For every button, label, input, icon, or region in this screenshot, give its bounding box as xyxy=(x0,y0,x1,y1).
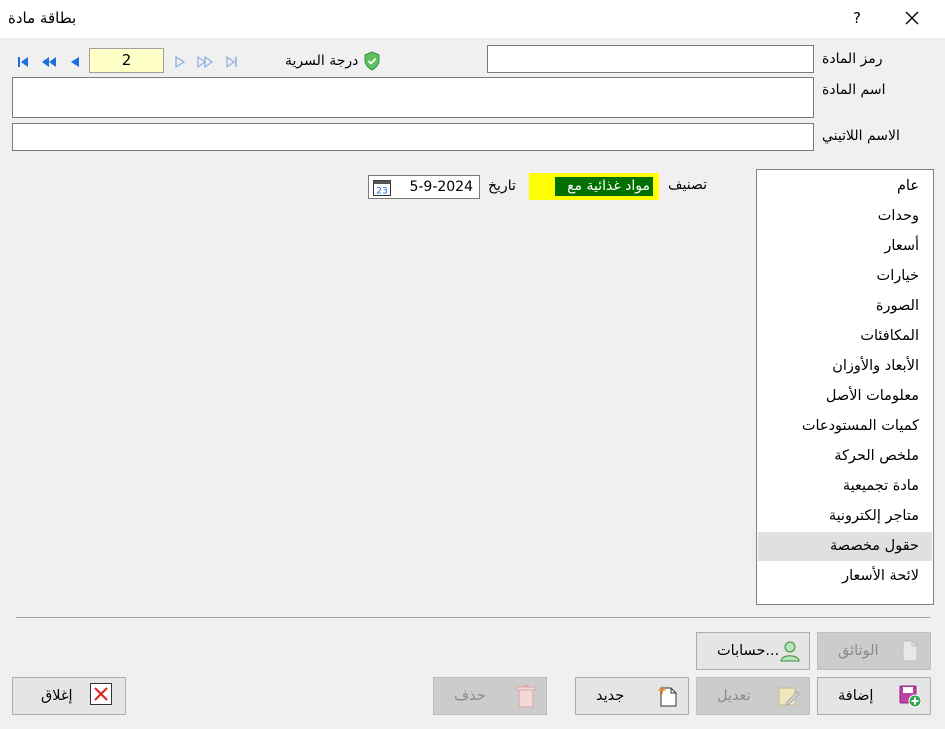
name-label: اسم المادة xyxy=(822,82,886,98)
new-label: جديد xyxy=(596,688,625,704)
new-document-icon xyxy=(656,684,680,708)
previous-record-button[interactable] xyxy=(66,52,84,72)
title-bar: بطاقة مادة ? xyxy=(0,0,945,38)
section-item-units[interactable]: وحدات xyxy=(758,202,932,231)
add-label: إضافة xyxy=(838,688,874,704)
section-item-assembly[interactable]: مادة تجميعية xyxy=(758,472,932,501)
edit-button[interactable]: تعديل xyxy=(696,677,810,715)
double-left-arrow-icon xyxy=(42,57,56,67)
accounts-button[interactable]: حسابات... xyxy=(696,632,810,670)
close-icon xyxy=(905,11,919,25)
date-field[interactable]: 23 5-9-2024 xyxy=(368,175,480,199)
svg-text:23: 23 xyxy=(376,187,387,197)
left-arrow-icon xyxy=(71,57,79,67)
documents-label: الوثائق xyxy=(838,643,879,659)
section-item-movement-summary[interactable]: ملخص الحركة xyxy=(758,442,932,471)
security-label: درجة السرية xyxy=(285,53,359,69)
previous-page-button[interactable] xyxy=(39,52,59,72)
trash-icon xyxy=(514,684,538,708)
edit-icon xyxy=(777,684,801,708)
documents-button[interactable]: الوثائق xyxy=(817,632,931,670)
page-number-field[interactable]: 2 xyxy=(89,48,164,73)
section-item-origin-info[interactable]: معلومات الأصل xyxy=(758,382,932,411)
first-record-icon xyxy=(18,57,28,67)
classification-label: تصنيف xyxy=(668,177,707,193)
section-item-online-stores[interactable]: متاجر إلكترونية xyxy=(758,502,932,531)
close-window-button[interactable] xyxy=(895,4,929,32)
section-item-equivalents[interactable]: المكافئات xyxy=(758,322,932,351)
classification-field[interactable]: مواد غذائية مع xyxy=(529,173,659,200)
code-label: رمز المادة xyxy=(822,51,883,67)
section-item-custom-fields[interactable]: حقول مخصصة xyxy=(758,532,932,561)
sections-list[interactable]: عام وحدات أسعار خيارات الصورة المكافئات … xyxy=(756,169,934,605)
section-item-options[interactable]: خيارات xyxy=(758,262,932,291)
add-button[interactable]: إضافة xyxy=(817,677,931,715)
shield-check-icon xyxy=(364,51,380,71)
calendar-icon[interactable]: 23 xyxy=(372,178,392,201)
section-item-general[interactable]: عام xyxy=(758,172,932,201)
edit-label: تعديل xyxy=(717,688,751,704)
classification-value: مواد غذائية مع xyxy=(555,177,653,196)
user-icon xyxy=(779,639,801,663)
section-item-image[interactable]: الصورة xyxy=(758,292,932,321)
name-field[interactable] xyxy=(12,77,814,118)
section-item-warehouse-qty[interactable]: كميات المستودعات xyxy=(758,412,932,441)
security-level[interactable]: درجة السرية xyxy=(285,51,382,71)
first-record-button[interactable] xyxy=(14,52,32,72)
close-label: إغلاق xyxy=(41,688,73,704)
accounts-label: حسابات... xyxy=(717,643,780,659)
save-add-icon xyxy=(898,684,922,708)
date-value: 5-9-2024 xyxy=(409,179,473,195)
delete-button[interactable]: حذف xyxy=(433,677,547,715)
double-right-arrow-icon xyxy=(197,55,214,69)
right-arrow-icon xyxy=(175,55,186,69)
new-button[interactable]: جديد xyxy=(575,677,689,715)
latin-name-label: الاسم اللاتيني xyxy=(822,128,900,144)
help-button[interactable]: ? xyxy=(844,4,870,32)
next-page-button[interactable] xyxy=(195,52,215,72)
separator xyxy=(16,617,930,618)
window-title: بطاقة مادة xyxy=(8,9,77,27)
code-field[interactable] xyxy=(487,45,814,73)
close-button[interactable]: إغلاق xyxy=(12,677,126,715)
next-record-button[interactable] xyxy=(171,52,189,72)
section-item-dimensions[interactable]: الأبعاد والأوزان xyxy=(758,352,932,381)
close-x-icon xyxy=(89,682,113,710)
delete-label: حذف xyxy=(454,688,486,704)
last-record-button[interactable] xyxy=(223,52,241,72)
section-item-price-list[interactable]: لائحة الأسعار xyxy=(758,562,932,591)
latin-name-field[interactable] xyxy=(12,123,814,151)
last-record-icon xyxy=(226,55,237,69)
date-label: تاريخ xyxy=(488,178,516,194)
section-item-prices[interactable]: أسعار xyxy=(758,232,932,261)
document-icon xyxy=(898,639,922,663)
